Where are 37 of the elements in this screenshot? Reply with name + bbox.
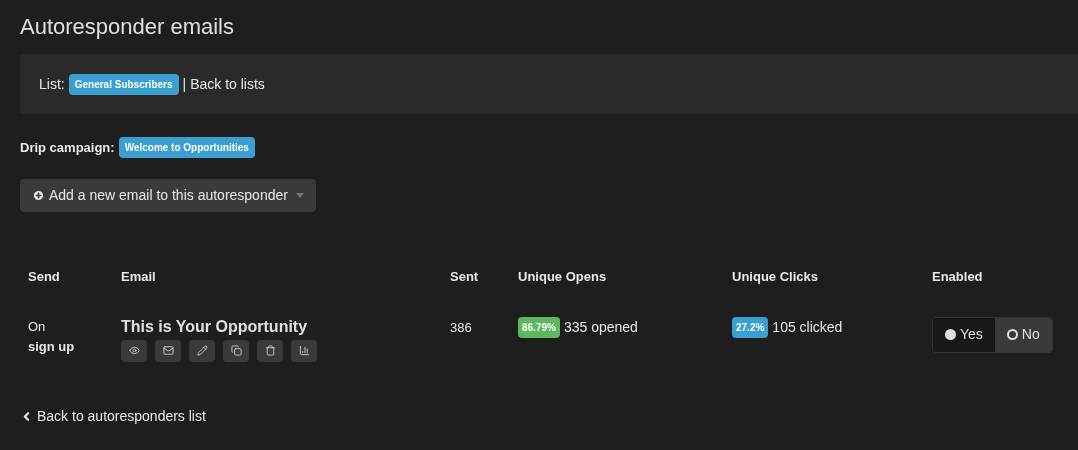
- clicks-text: 105 clicked: [772, 317, 843, 337]
- caret-icon: [295, 193, 304, 198]
- enabled-option[interactable]: Yes: [933, 317, 995, 352]
- enabled-option[interactable]: No: [994, 317, 1052, 352]
- view-button[interactable]: [121, 339, 147, 362]
- column-header: Send: [28, 269, 60, 284]
- page-title: Autoresponder emails: [20, 13, 235, 41]
- plus-icon: [32, 189, 45, 202]
- back-to-autoresponders-link[interactable]: Back to autoresponders list: [20, 405, 206, 427]
- pencil-button[interactable]: [189, 339, 215, 362]
- separator: |: [182, 74, 187, 94]
- pencil-icon: [196, 345, 208, 356]
- column-header: Enabled: [932, 269, 983, 284]
- add-email-button[interactable]: Add a new email to this autoresponder: [20, 179, 316, 212]
- copy-button[interactable]: [223, 339, 249, 362]
- copy-icon: [230, 345, 242, 356]
- trash-button[interactable]: [257, 339, 283, 362]
- column-header: Email: [121, 269, 156, 284]
- sent-count: 386: [450, 319, 472, 335]
- clicks-badge: 27.2%: [732, 316, 769, 338]
- opens-text: 335 opened: [563, 317, 638, 337]
- trash-icon: [264, 345, 276, 356]
- send-event: sign up: [28, 337, 76, 356]
- email-title[interactable]: This is Your Opportunity: [121, 316, 434, 337]
- view-icon: [128, 345, 140, 356]
- bar-chart-button[interactable]: [291, 339, 317, 362]
- list-label: List:: [39, 74, 65, 94]
- send-prefix: On: [28, 317, 47, 336]
- mail-icon: [162, 345, 174, 356]
- column-header: Unique Opens: [518, 269, 607, 284]
- back-to-lists-link[interactable]: Back to lists: [190, 73, 265, 95]
- column-header: Sent: [450, 269, 479, 284]
- bar-chart-icon: [298, 345, 310, 356]
- drip-campaign-label: Drip campaign:: [20, 138, 115, 157]
- opens-badge: 86.79%: [518, 316, 560, 338]
- column-header: Unique Clicks: [732, 269, 818, 284]
- mail-button[interactable]: [155, 339, 181, 362]
